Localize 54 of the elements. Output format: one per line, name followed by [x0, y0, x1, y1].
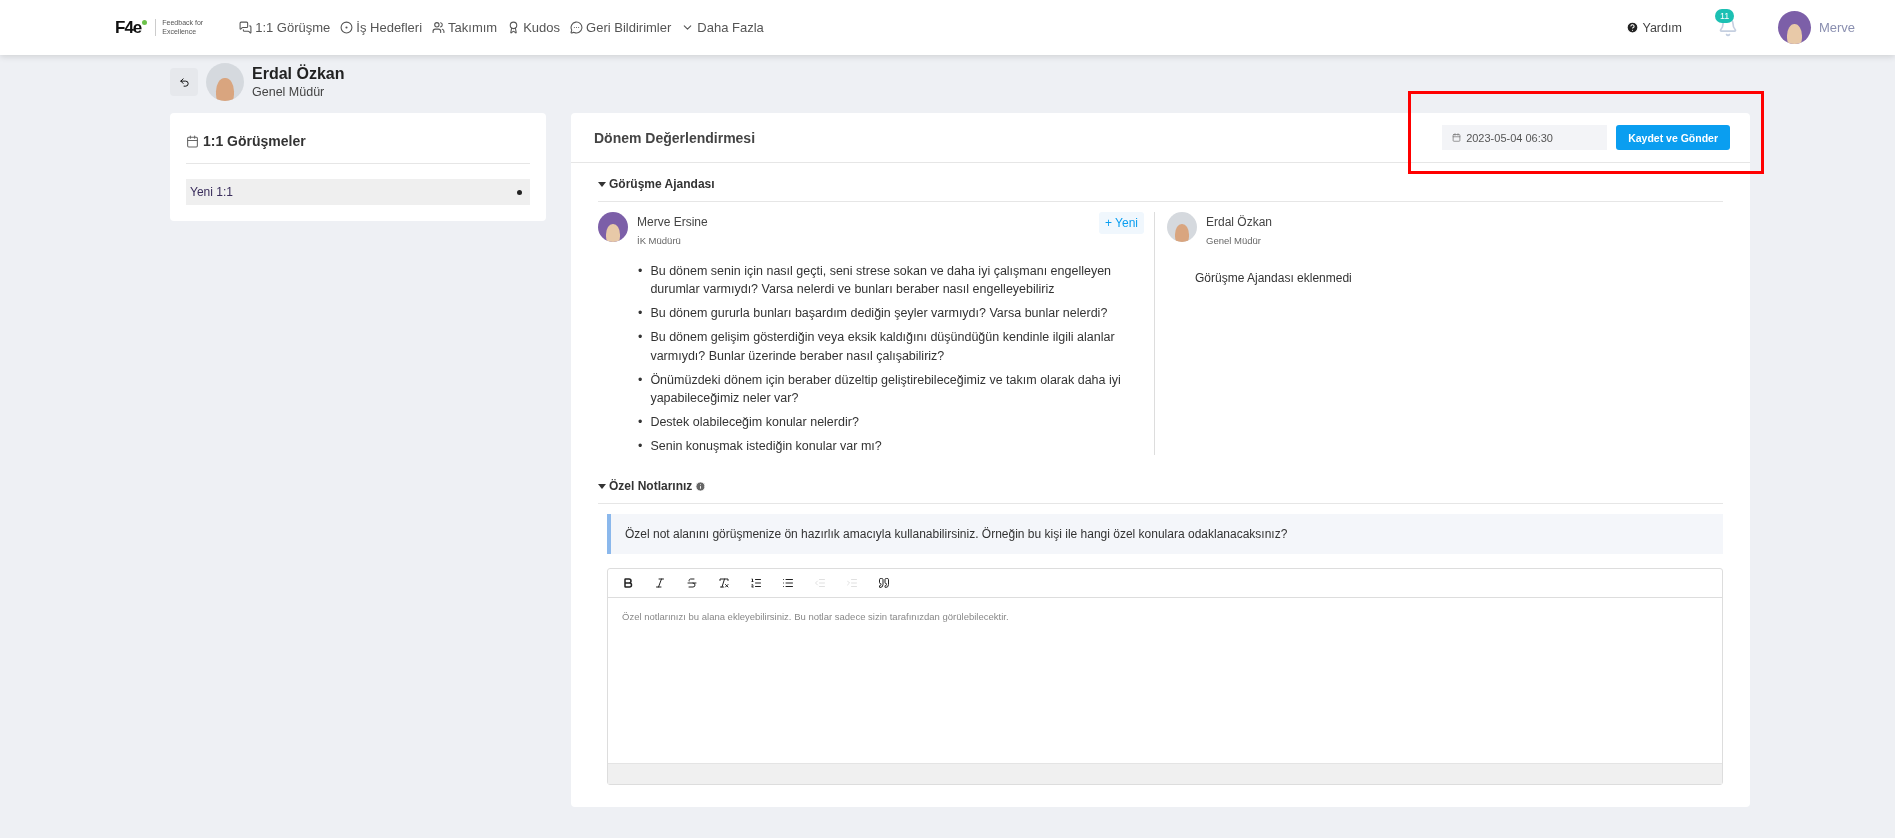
person-avatar [1167, 212, 1197, 242]
user-avatar [1777, 11, 1811, 44]
person-title: Genel Müdür [252, 85, 326, 99]
section-heading[interactable]: Özel Notlarınız [609, 479, 693, 494]
back-icon [178, 76, 190, 88]
nav-icon [340, 21, 354, 34]
sidebar-title: 1:1 Görüşmeler [203, 133, 306, 149]
calendar-icon [186, 134, 199, 148]
caret-icon[interactable] [598, 483, 606, 489]
person-role: İK Müdürü [637, 235, 682, 246]
empty-message: Görüşme Ajandası eklenmedi [1195, 271, 1353, 285]
nav-link[interactable]: İş Hedefleri [340, 20, 423, 35]
bullet-icon: • [638, 304, 643, 323]
date-field[interactable]: 2023-05-04 06:30 [1442, 125, 1608, 150]
person-name: Erdal Özkan [1206, 215, 1274, 229]
bullet-icon: • [638, 370, 643, 407]
logo-mark[interactable]: F4e [115, 17, 142, 38]
agenda-question: Bu dönem gururla bunları başardım dediğin şeyler varmıydı? Varsa bunlar nelerdi? [650, 305, 1109, 323]
person-name: Merve Ersine [637, 215, 709, 229]
calendar-icon [1452, 133, 1462, 142]
help-icon [1625, 21, 1639, 34]
person-name: Erdal Özkan [252, 65, 345, 83]
agenda-question: Bu dönem senin için nasıl geçti, seni strese sokan ve daha iyi çalışmanı engelleyen durumlar varmıydı? Varsa nelerdi ve bunları beraber nasıl engelleyebiliriz [650, 263, 1113, 299]
agenda-question: Senin konuşmak istediğin konular var mı? [650, 438, 883, 455]
notification-badge: 11 [1714, 8, 1735, 23]
nav-link[interactable]: Geri Bildirimler [570, 20, 672, 35]
back-button[interactable] [170, 68, 198, 96]
bullet-icon: • [638, 262, 643, 299]
agenda-question: Destek olabileceğim konular nelerdir? [650, 413, 860, 431]
caret-icon[interactable] [598, 181, 606, 187]
info-message: Özel not alanını görüşmenize ön hazırlık amacıyla kullanabilirsiniz. Örneğin bu kişi ile hangi özel konulara odaklanacaksınız? [607, 514, 1723, 555]
agenda-question: Önümüzdeki dönem için beraber düzeltip geliştirebileceğimiz ve takım olarak daha iyi yapabileceğimiz neler var? [650, 371, 1122, 407]
bullet-icon: • [638, 328, 643, 365]
section-heading[interactable]: Görüşme Ajandası [609, 177, 715, 191]
help-link[interactable]: Yardım [1625, 20, 1682, 35]
person-avatar [206, 63, 244, 101]
logo-dot [142, 20, 148, 25]
bullet-icon [517, 189, 522, 195]
nav-icon [239, 21, 253, 34]
nav-link[interactable]: Kudos [507, 20, 561, 35]
bullet-icon: • [638, 412, 643, 431]
meeting-item[interactable]: Yeni 1:1 [186, 179, 530, 205]
card-title: Dönem Değerlendirmesi [594, 129, 756, 146]
info-icon [695, 480, 707, 492]
person-avatar [598, 212, 628, 242]
nav-link[interactable]: Daha Fazla [681, 20, 764, 35]
bullet-icon: • [638, 437, 643, 456]
person-role: Genel Müdür [1206, 235, 1262, 246]
nav-icon [432, 21, 446, 34]
nav-link[interactable]: Takımım [432, 20, 498, 35]
nav-icon [570, 21, 584, 34]
notes-editor[interactable]: Özel notlarınızı bu alana ekleyebilirsiniz. Bu notlar sadece sizin tarafınızdan görülebilecektir. [607, 568, 1723, 786]
nav-link[interactable]: 1:1 Görüşme [239, 20, 331, 35]
agenda-question: Bu dönem gelişim gösterdiğin veya eksik kaldığını düşündüğün kendinle ilgili alanlar varmıydı? Bunlar üzerinde beraber nasıl çalışabiliriz? [650, 329, 1116, 365]
